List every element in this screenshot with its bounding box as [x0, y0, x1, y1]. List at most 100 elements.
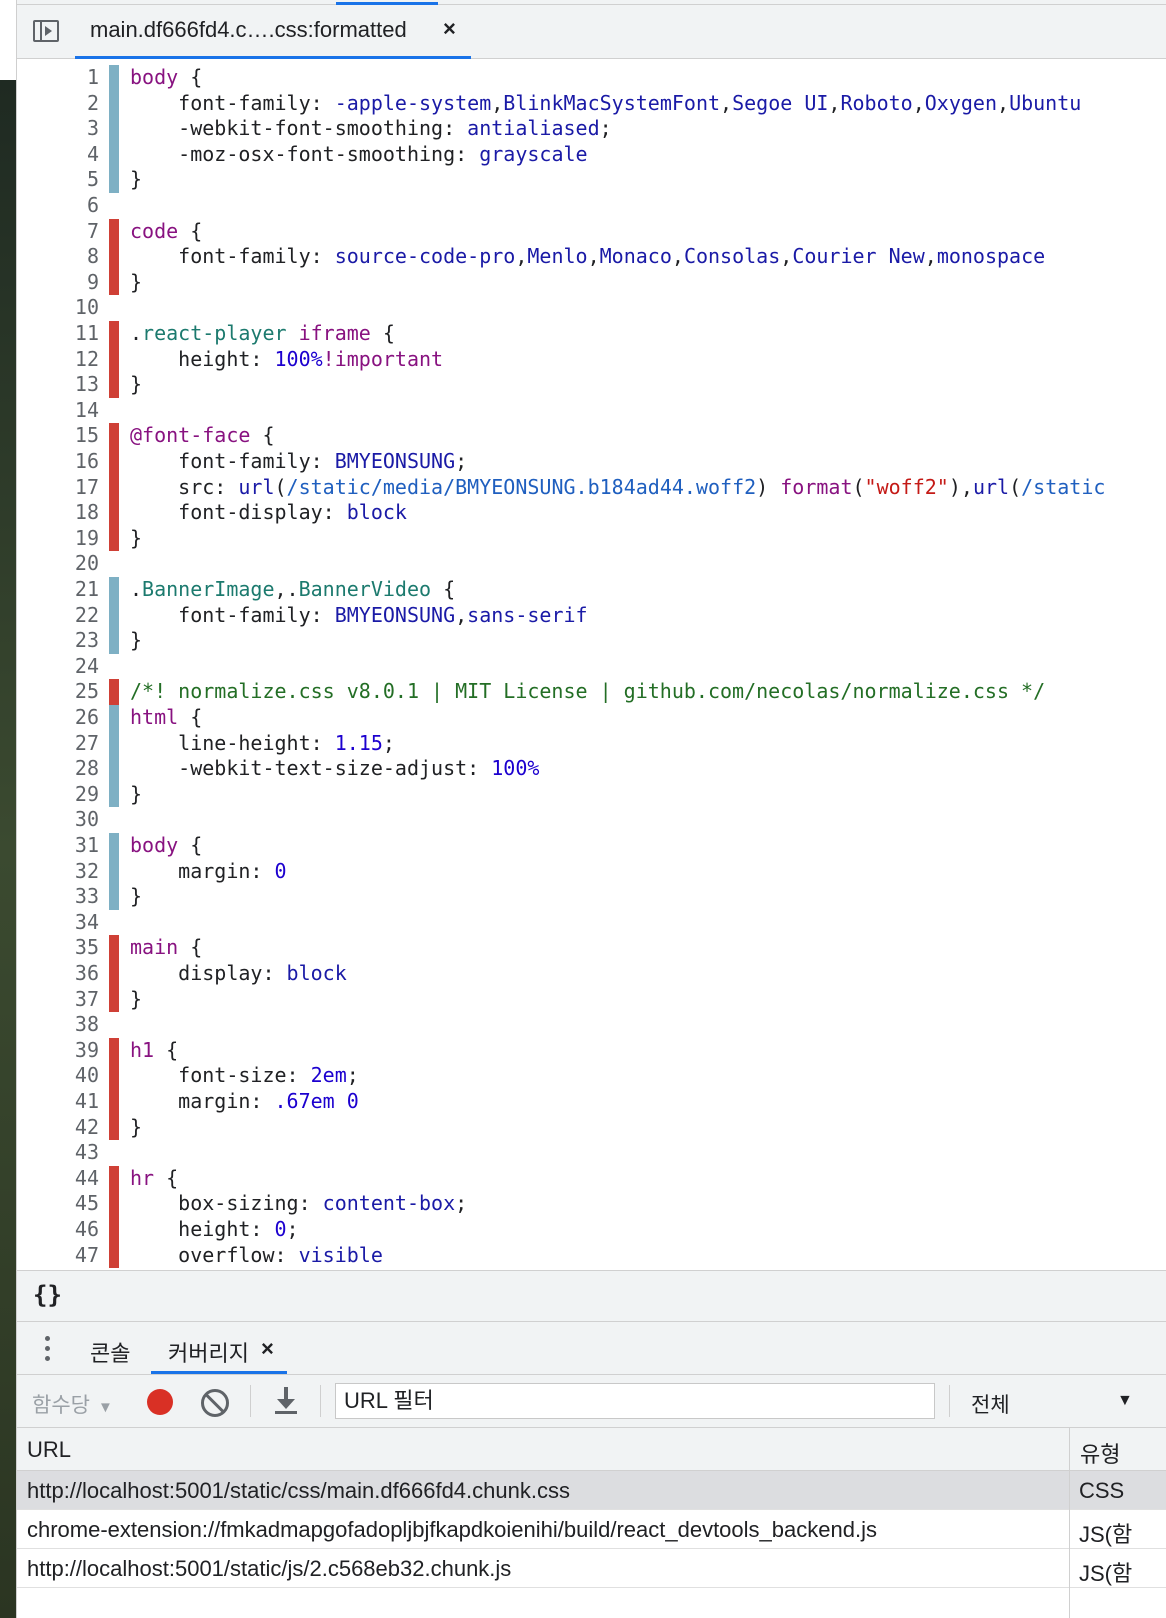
- code-line[interactable]: 2 font-family: -apple-system,BlinkMacSys…: [17, 90, 1166, 117]
- code-line[interactable]: 7 code {: [17, 218, 1166, 245]
- line-number[interactable]: 16: [17, 449, 99, 475]
- url-filter-input[interactable]: [335, 1383, 935, 1419]
- code-line[interactable]: 40 font-size: 2em;: [17, 1063, 1166, 1089]
- line-number[interactable]: 14: [17, 398, 99, 424]
- line-number[interactable]: 7: [17, 219, 99, 245]
- line-number[interactable]: 36: [17, 961, 99, 987]
- code-line[interactable]: 33}: [17, 884, 1166, 910]
- line-number[interactable]: 10: [17, 295, 99, 321]
- more-tools-icon[interactable]: [45, 1336, 51, 1362]
- code-line[interactable]: 26 html {: [17, 705, 1166, 731]
- code-line[interactable]: 15 @font-face {: [17, 423, 1166, 449]
- line-number[interactable]: 42: [17, 1115, 99, 1141]
- line-number[interactable]: 45: [17, 1191, 99, 1217]
- code-line[interactable]: 14: [17, 398, 1166, 424]
- code-line[interactable]: 25 /*! normalize.css v8.0.1 | MIT License…: [17, 679, 1166, 705]
- line-number[interactable]: 29: [17, 782, 99, 808]
- column-header-url[interactable]: URL: [17, 1428, 1069, 1471]
- line-number[interactable]: 21: [17, 577, 99, 603]
- line-number[interactable]: 9: [17, 270, 99, 296]
- code-line[interactable]: 44 hr {: [17, 1165, 1166, 1192]
- code-line[interactable]: 24: [17, 654, 1166, 680]
- line-number[interactable]: 15: [17, 423, 99, 449]
- line-number[interactable]: 46: [17, 1217, 99, 1243]
- line-number[interactable]: 34: [17, 910, 99, 936]
- line-number[interactable]: 18: [17, 500, 99, 526]
- code-line[interactable]: 28 -webkit-text-size-adjust: 100%: [17, 756, 1166, 782]
- pretty-print-icon[interactable]: {}: [33, 1281, 62, 1309]
- line-number[interactable]: 12: [17, 347, 99, 373]
- code-line[interactable]: 1 body {: [17, 65, 1166, 91]
- line-number[interactable]: 8: [17, 244, 99, 270]
- line-number[interactable]: 2: [17, 91, 99, 117]
- line-number[interactable]: 24: [17, 654, 99, 680]
- line-number[interactable]: 41: [17, 1089, 99, 1115]
- code-line[interactable]: 37}: [17, 986, 1166, 1013]
- code-line[interactable]: 31 body {: [17, 833, 1166, 859]
- code-line[interactable]: 29}: [17, 781, 1166, 808]
- code-line[interactable]: 27 line-height: 1.15;: [17, 730, 1166, 757]
- line-number[interactable]: 31: [17, 833, 99, 859]
- close-icon[interactable]: ×: [443, 16, 456, 42]
- code-line[interactable]: 10: [17, 295, 1166, 321]
- line-number[interactable]: 5: [17, 167, 99, 193]
- code-line[interactable]: 8 font-family: source-code-pro,Menlo,Mon…: [17, 244, 1166, 270]
- code-line[interactable]: 18 font-display: block: [17, 500, 1166, 526]
- code-line[interactable]: 45 box-sizing: content-box;: [17, 1191, 1166, 1217]
- line-number[interactable]: 3: [17, 116, 99, 142]
- code-line[interactable]: 17 src: url(/static/media/BMYEONSUNG.b18…: [17, 474, 1166, 501]
- code-line[interactable]: 11 .react-player iframe {: [17, 321, 1166, 347]
- line-number[interactable]: 40: [17, 1063, 99, 1089]
- line-number[interactable]: 37: [17, 987, 99, 1013]
- tab-coverage[interactable]: 커버리지: [168, 1336, 249, 1368]
- line-number[interactable]: 13: [17, 372, 99, 398]
- code-line[interactable]: 39 h1 {: [17, 1037, 1166, 1064]
- code-line[interactable]: 42}: [17, 1114, 1166, 1141]
- code-line[interactable]: 9}: [17, 269, 1166, 296]
- code-line[interactable]: 34: [17, 910, 1166, 936]
- line-number[interactable]: 4: [17, 142, 99, 168]
- table-row[interactable]: chrome-extension://fmkadmapgofadopljbjfk…: [17, 1510, 1166, 1549]
- line-number[interactable]: 44: [17, 1166, 99, 1192]
- code-line[interactable]: 21 .BannerImage,.BannerVideo {: [17, 577, 1166, 603]
- code-line[interactable]: 4 -moz-osx-font-smoothing: grayscale: [17, 141, 1166, 168]
- line-number[interactable]: 32: [17, 859, 99, 885]
- code-line[interactable]: 35 main {: [17, 935, 1166, 961]
- line-number[interactable]: 23: [17, 628, 99, 654]
- line-number[interactable]: 11: [17, 321, 99, 347]
- line-number[interactable]: 47: [17, 1243, 99, 1269]
- line-number[interactable]: 25: [17, 679, 99, 705]
- code-line[interactable]: 5}: [17, 167, 1166, 193]
- code-line[interactable]: 19}: [17, 525, 1166, 552]
- export-download-icon[interactable]: [274, 1387, 298, 1415]
- line-number[interactable]: 28: [17, 756, 99, 782]
- tab-console[interactable]: 콘솔: [90, 1336, 130, 1368]
- table-row[interactable]: http://localhost:5001/static/css/main.df…: [17, 1471, 1166, 1510]
- code-line[interactable]: 16 font-family: BMYEONSUNG;: [17, 449, 1166, 475]
- code-line[interactable]: 20: [17, 551, 1166, 577]
- clear-icon[interactable]: [201, 1389, 229, 1417]
- record-button[interactable]: [147, 1389, 173, 1415]
- code-line[interactable]: 22 font-family: BMYEONSUNG,sans-serif: [17, 602, 1166, 629]
- code-line[interactable]: 47 overflow: visible: [17, 1242, 1166, 1269]
- code-editor[interactable]: 1 body {2 font-family: -apple-system,Blin…: [17, 59, 1166, 1270]
- line-number[interactable]: 6: [17, 193, 99, 219]
- code-line[interactable]: 13}: [17, 372, 1166, 398]
- code-line[interactable]: 41 margin: .67em 0: [17, 1089, 1166, 1115]
- line-number[interactable]: 33: [17, 884, 99, 910]
- code-line[interactable]: 6: [17, 193, 1166, 219]
- code-line[interactable]: 32 margin: 0: [17, 858, 1166, 885]
- code-line[interactable]: 30: [17, 807, 1166, 833]
- navigator-toggle-icon[interactable]: [33, 20, 61, 44]
- line-number[interactable]: 20: [17, 551, 99, 577]
- line-number[interactable]: 43: [17, 1140, 99, 1166]
- type-filter-select[interactable]: 전체 ▼: [967, 1383, 1152, 1419]
- column-header-type[interactable]: 유형: [1070, 1428, 1166, 1471]
- line-number[interactable]: 17: [17, 475, 99, 501]
- line-number[interactable]: 19: [17, 526, 99, 552]
- code-line[interactable]: 23}: [17, 628, 1166, 654]
- close-icon[interactable]: ×: [261, 1336, 274, 1362]
- code-line[interactable]: 46 height: 0;: [17, 1217, 1166, 1243]
- code-line[interactable]: 36 display: block: [17, 961, 1166, 987]
- line-number[interactable]: 30: [17, 807, 99, 833]
